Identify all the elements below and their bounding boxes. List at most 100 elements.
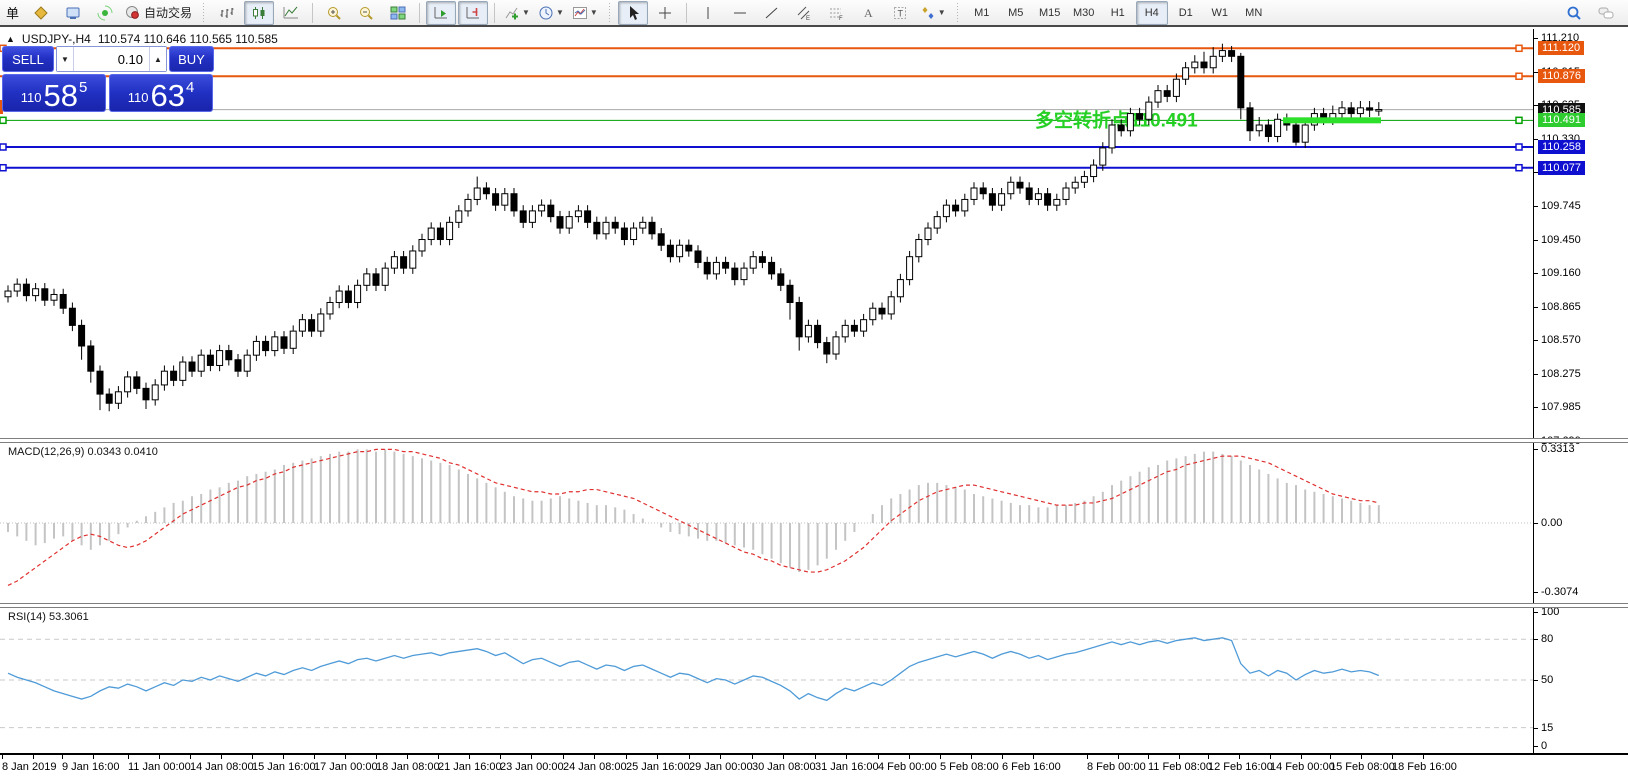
timeframe-button-m15[interactable]: M15 [1034, 1, 1066, 25]
panel-separator[interactable] [0, 603, 1628, 608]
line-endpoint-marker[interactable] [1516, 165, 1522, 171]
toolbar-grip[interactable] [201, 3, 206, 23]
zoom-in-button[interactable] [319, 1, 349, 25]
line-endpoint-marker[interactable] [1516, 73, 1522, 79]
candle-body [189, 362, 195, 371]
trend [764, 5, 780, 21]
autotrade [125, 5, 141, 21]
timeframe-button-h1[interactable]: H1 [1102, 1, 1134, 25]
sell-button[interactable]: SELL [2, 46, 54, 72]
sell-price-display[interactable]: 110 58 5 [2, 74, 106, 112]
line-endpoint-marker[interactable] [1516, 117, 1522, 123]
trendline-button[interactable] [757, 1, 787, 25]
cursor-button[interactable] [618, 1, 648, 25]
search-button[interactable] [1559, 1, 1589, 25]
price-axis[interactable]: 111.210110.915110.625110.330110.040109.7… [1533, 29, 1628, 753]
tick-mark [1534, 273, 1538, 274]
channel-button[interactable]: E [789, 1, 819, 25]
tile-windows-button[interactable] [383, 1, 413, 25]
chevron-down-icon[interactable]: ▼ [938, 8, 946, 17]
candle-body [980, 188, 986, 194]
candle-body [502, 194, 508, 205]
arrows-button[interactable]: ▼ [917, 1, 949, 25]
autotrading-button[interactable]: 自动交易 [122, 1, 195, 25]
candle-body [732, 268, 738, 279]
templates-button[interactable]: ▼ [569, 1, 601, 25]
chevron-down-icon[interactable]: ▼ [556, 8, 564, 17]
search [1566, 5, 1582, 21]
candle-body [879, 308, 885, 314]
bar-chart-button[interactable] [212, 1, 242, 25]
horizontal-line-button[interactable] [725, 1, 755, 25]
time-axis[interactable]: 8 Jan 20199 Jan 16:0011 Jan 00:0014 Jan … [0, 753, 1628, 776]
volume-decrease-button[interactable]: ▼ [57, 47, 74, 71]
timeframe-button-d1[interactable]: D1 [1170, 1, 1202, 25]
chevron-down-icon[interactable]: ▼ [522, 8, 530, 17]
crosshair-button[interactable] [650, 1, 680, 25]
collapse-triangle-icon[interactable]: ▲ [6, 34, 15, 44]
text-button[interactable]: A [853, 1, 883, 25]
price-badge: 110.077 [1538, 161, 1585, 175]
chat-button[interactable] [1591, 1, 1621, 25]
candle-body [1091, 165, 1097, 176]
time-tick-label: 31 Jan 16:00 [815, 761, 879, 773]
candle-body [1081, 177, 1087, 183]
text-label-button[interactable]: T [885, 1, 915, 25]
fibonacci-button[interactable]: F [821, 1, 851, 25]
tick-mark [1534, 307, 1538, 308]
toolbar-grip[interactable] [607, 3, 612, 23]
line-chart-button[interactable] [276, 1, 306, 25]
time-tick-mark [878, 755, 879, 759]
candle-body [33, 289, 39, 296]
price-badge: 110.258 [1538, 140, 1585, 154]
candle-body [870, 308, 876, 319]
line-endpoint-marker[interactable] [0, 117, 6, 123]
chevron-down-icon[interactable]: ▼ [590, 8, 598, 17]
hline [732, 5, 748, 21]
candle-body [327, 302, 333, 313]
menu-fragment[interactable]: 单 [6, 3, 19, 22]
candle-body [1118, 125, 1124, 131]
candle-body [465, 199, 471, 210]
buy-price-display[interactable]: 110 63 4 [109, 74, 213, 112]
candle-body [925, 228, 931, 239]
candle-body [815, 325, 821, 342]
zoom-out-button[interactable] [351, 1, 381, 25]
vertical-line-button[interactable] [693, 1, 723, 25]
line-endpoint-marker[interactable] [0, 144, 6, 150]
signals-button[interactable] [90, 1, 120, 25]
panel-separator[interactable] [0, 438, 1628, 443]
candle-body [585, 211, 591, 222]
timeframe-button-w1[interactable]: W1 [1204, 1, 1236, 25]
candlestick-chart-button[interactable] [244, 1, 274, 25]
time-tick-mark [345, 755, 346, 759]
time-tick-label: 15 Jan 16:00 [252, 761, 316, 773]
metaeditor-button[interactable] [58, 1, 88, 25]
volume-input[interactable] [74, 47, 149, 71]
indicators-button[interactable]: ▼ [501, 1, 533, 25]
line-endpoint-marker[interactable] [1516, 144, 1522, 150]
new-order-button[interactable] [26, 1, 56, 25]
time-tick-mark [2, 755, 3, 759]
vline [700, 5, 716, 21]
candle-body [787, 285, 793, 302]
periods-button[interactable]: ▼ [535, 1, 567, 25]
chart-shift-button[interactable] [458, 1, 488, 25]
candle-body [704, 262, 710, 273]
macd-tick-label: 0.00 [1541, 517, 1562, 529]
buy-button[interactable]: BUY [169, 46, 214, 72]
timeframe-button-mn[interactable]: MN [1238, 1, 1270, 25]
candle-body [1109, 125, 1115, 148]
timeframe-button-m30[interactable]: M30 [1068, 1, 1100, 25]
candle-body [207, 355, 213, 365]
line-endpoint-marker[interactable] [0, 165, 6, 171]
pivot-highlight-segment[interactable] [1283, 117, 1381, 123]
timeframe-button-h4[interactable]: H4 [1136, 1, 1168, 25]
toolbar-separator [419, 3, 420, 23]
volume-increase-button[interactable]: ▲ [149, 47, 166, 71]
timeframe-button-m1[interactable]: M1 [966, 1, 998, 25]
line-endpoint-marker[interactable] [1516, 45, 1522, 51]
auto-scroll-button[interactable] [426, 1, 456, 25]
timeframe-button-m5[interactable]: M5 [1000, 1, 1032, 25]
toolbar-grip[interactable] [955, 3, 960, 23]
